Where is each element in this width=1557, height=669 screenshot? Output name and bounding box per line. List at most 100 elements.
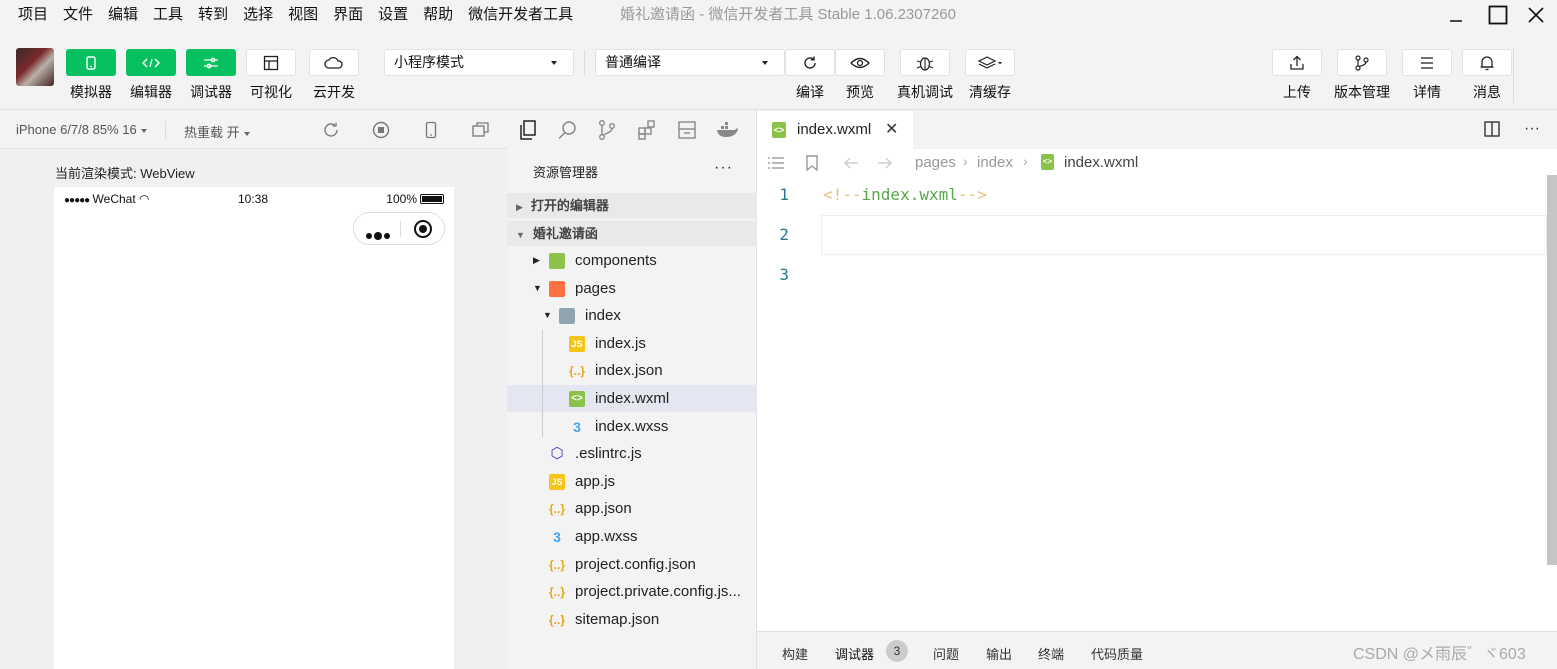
upload-button[interactable]: [1272, 49, 1322, 76]
hot-reload-toggle[interactable]: 热重载 开: [184, 122, 250, 141]
menu-wechat-devtools[interactable]: 微信开发者工具: [462, 0, 579, 30]
tree-item[interactable]: JS index.js: [507, 330, 757, 357]
line-number: 2: [779, 225, 789, 244]
tree-item[interactable]: 3 app.wxss: [507, 523, 757, 550]
chevron-right-icon[interactable]: ▶: [533, 247, 540, 274]
menu-help[interactable]: 帮助: [417, 0, 459, 30]
sim-device-button[interactable]: [421, 120, 441, 140]
breadcrumb-item[interactable]: pages: [915, 154, 956, 171]
tab-problems[interactable]: 问题: [933, 644, 959, 663]
split-editor-button[interactable]: [1482, 120, 1502, 140]
menu-icon: [1421, 56, 1433, 69]
compile-mode-select[interactable]: 普通编译: [595, 49, 785, 76]
maximize-button[interactable]: [1478, 0, 1518, 30]
tree-item[interactable]: 3 index.wxss: [507, 413, 757, 440]
code-editor[interactable]: 1 2 3 <!--index.wxml-->: [757, 177, 1547, 631]
mode-select[interactable]: 小程序模式: [384, 49, 574, 76]
wxml-file-icon: <>: [772, 122, 786, 138]
tree-item[interactable]: ▼ pages: [507, 275, 757, 302]
editor-scrollbar[interactable]: [1547, 175, 1557, 565]
upload-icon: [1290, 55, 1304, 70]
clear-cache-button[interactable]: [965, 49, 1015, 76]
version-control-label: 版本管理: [1334, 84, 1390, 100]
tab-output[interactable]: 输出: [986, 644, 1012, 663]
editor-toggle-button[interactable]: [126, 49, 176, 76]
breadcrumb-item[interactable]: index: [977, 154, 1013, 171]
extensions-tab[interactable]: [636, 119, 658, 141]
phone-screen[interactable]: ●●●●● WeChat ◠ 10:38 100%: [54, 187, 454, 669]
storage-tab[interactable]: [676, 119, 698, 141]
nav-back-button[interactable]: [842, 154, 860, 176]
cloud-icon: [324, 56, 343, 69]
tree-item[interactable]: ▼ index: [507, 302, 757, 329]
js-file-icon: JS: [549, 473, 565, 490]
visual-toggle-button[interactable]: [246, 49, 296, 76]
hot-reload-value: 热重载 开: [184, 125, 240, 140]
menu-settings[interactable]: 设置: [372, 0, 414, 30]
preview-button[interactable]: [835, 49, 885, 76]
explorer-tab[interactable]: [517, 119, 539, 141]
editor-more-button[interactable]: ···: [1522, 120, 1542, 140]
activity-bar: [507, 111, 757, 149]
toolbar-divider: [1513, 48, 1514, 103]
bug-icon: [916, 56, 934, 71]
open-editors-section[interactable]: ▶ 打开的编辑器: [507, 193, 757, 218]
project-section[interactable]: ▼ 婚礼邀请函: [507, 221, 757, 246]
avatar[interactable]: [16, 48, 54, 86]
menu-interface[interactable]: 界面: [327, 0, 369, 30]
capsule-close-icon[interactable]: [414, 220, 432, 238]
tree-item[interactable]: JS app.js: [507, 468, 757, 495]
tree-item[interactable]: <> index.wxml: [507, 385, 757, 412]
tab-build[interactable]: 构建: [782, 644, 808, 663]
tree-item[interactable]: {..} project.config.json: [507, 551, 757, 578]
sim-stop-button[interactable]: [371, 120, 391, 140]
tree-item[interactable]: {..} index.json: [507, 357, 757, 384]
breadcrumb-item[interactable]: index.wxml: [1064, 154, 1138, 171]
close-window-button[interactable]: [1516, 0, 1556, 30]
remote-debug-label: 真机调试: [897, 84, 953, 100]
nav-forward-button[interactable]: [876, 154, 894, 176]
chevron-down-icon[interactable]: ▼: [533, 275, 542, 302]
tree-item[interactable]: ⬡ .eslintrc.js: [507, 440, 757, 467]
more-icon[interactable]: [366, 226, 392, 244]
menu-edit[interactable]: 编辑: [102, 0, 144, 30]
tree-item[interactable]: {..} app.json: [507, 495, 757, 522]
menu-select[interactable]: 选择: [237, 0, 279, 30]
details-button[interactable]: [1402, 49, 1452, 76]
messages-button[interactable]: [1462, 49, 1512, 76]
search-tab[interactable]: [556, 119, 578, 141]
cloud-dev-label: 云开发: [313, 84, 355, 100]
chevron-down-icon[interactable]: ▼: [543, 302, 552, 329]
menu-view[interactable]: 视图: [282, 0, 324, 30]
menu-tools[interactable]: 工具: [147, 0, 189, 30]
cloud-dev-button[interactable]: [309, 49, 359, 76]
remote-debug-button[interactable]: [900, 49, 950, 76]
tab-debugger[interactable]: 调试器: [835, 644, 874, 663]
version-control-button[interactable]: [1337, 49, 1387, 76]
menu-project[interactable]: 项目: [12, 0, 54, 30]
docker-tab[interactable]: [715, 119, 738, 141]
outline-button[interactable]: [766, 154, 786, 176]
sim-refresh-button[interactable]: [321, 120, 341, 140]
compile-button[interactable]: [785, 49, 835, 76]
tab-terminal[interactable]: 终端: [1038, 644, 1064, 663]
sim-window-button[interactable]: [471, 120, 491, 140]
debugger-toggle-button[interactable]: [186, 49, 236, 76]
layers-icon: [977, 55, 1002, 69]
menu-goto[interactable]: 转到: [192, 0, 234, 30]
source-control-tab[interactable]: [596, 119, 618, 141]
close-tab-icon[interactable]: ✕: [885, 119, 898, 139]
tree-item[interactable]: {..} project.private.config.js...: [507, 578, 757, 605]
more-options-icon[interactable]: ···: [714, 159, 733, 177]
menu-file[interactable]: 文件: [57, 0, 99, 30]
device-select[interactable]: iPhone 6/7/8 85% 16: [16, 122, 147, 137]
bookmark-button[interactable]: [804, 154, 820, 176]
editor-tab-index-wxml[interactable]: <> index.wxml ✕: [757, 111, 913, 149]
tree-item[interactable]: {..} sitemap.json: [507, 606, 757, 633]
tab-code-quality[interactable]: 代码质量: [1091, 644, 1143, 663]
minimize-button[interactable]: [1436, 0, 1476, 30]
json-file-icon: {..}: [569, 364, 586, 379]
simulator-toggle-button[interactable]: [66, 49, 116, 76]
tree-item[interactable]: ▶ components: [507, 247, 757, 274]
refresh-icon: [804, 56, 816, 69]
